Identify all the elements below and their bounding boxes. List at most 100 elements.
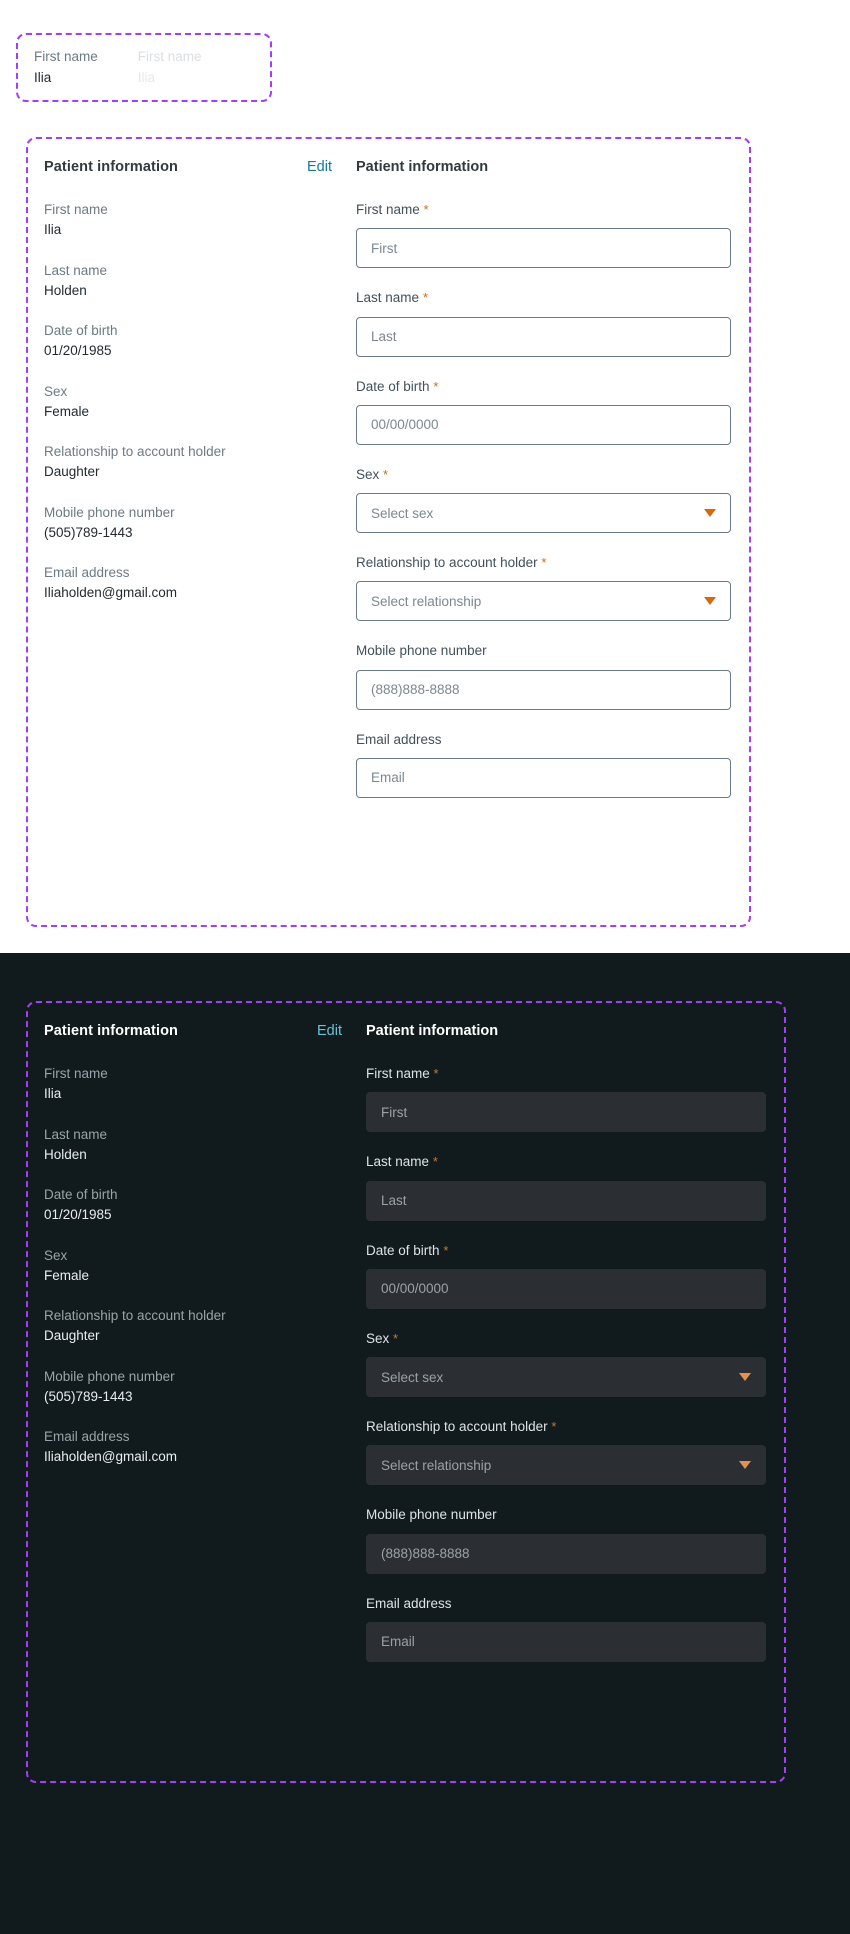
summary-field-label: Relationship to account holder <box>44 1308 226 1323</box>
form-field-list-light: First name * First Last name * Last Date of … <box>356 200 731 798</box>
form-field-label-text: Email address <box>356 731 442 747</box>
input-last-name[interactable]: Last <box>356 316 731 357</box>
required-asterisk: * <box>433 378 439 394</box>
input-placeholder: First <box>371 240 398 256</box>
summary-field-label: First name <box>44 202 108 217</box>
summary-field-list-dark: First name Ilia Last name Holden Date of bir… <box>44 1064 366 1468</box>
summary-field-label: Mobile phone number <box>44 504 175 520</box>
form-field-label: First name * <box>356 200 731 220</box>
required-asterisk: * <box>432 1154 438 1170</box>
form-field-last-name: Last name * Last <box>366 1152 766 1221</box>
summary-field-value: Holden <box>44 282 87 298</box>
form-field-label-text: Mobile phone number <box>366 1507 497 1523</box>
input-mobile-phone-number[interactable]: (888)888-8888 <box>356 669 731 710</box>
edit-link[interactable]: Edit <box>307 159 356 175</box>
form-field-email-address: Email address Email <box>356 730 731 798</box>
input-last-name[interactable]: Last <box>366 1180 766 1221</box>
summary-field-first-name: First name Ilia <box>44 200 356 241</box>
summary-field-sex: Sex Female <box>44 1246 366 1287</box>
snippet-value: Ilia <box>34 70 52 85</box>
required-asterisk: * <box>423 202 429 217</box>
summary-field-value: Female <box>44 1267 90 1283</box>
summary-field-date-of-birth: Date of birth 01/20/1985 <box>44 1185 366 1226</box>
select-sex[interactable]: Select sex <box>366 1357 766 1397</box>
input-first-name[interactable]: First <box>366 1092 766 1133</box>
summary-field-email-address: Email address Iliaholden@gmail.com <box>44 563 356 604</box>
summary-field-label: First name <box>44 1066 108 1081</box>
form-field-relationship-to-account-holder: Relationship to account holder * Select r… <box>356 553 731 622</box>
form-field-date-of-birth: Date of birth * 00/00/0000 <box>366 1241 766 1309</box>
summary-field-last-name: Last name Holden <box>44 1125 366 1166</box>
patient-information-card-dark: Patient information Edit First name Ilia L… <box>26 1001 786 1682</box>
summary-field-label: Date of birth <box>44 323 118 338</box>
form-field-mobile-phone-number: Mobile phone number (888)888-8888 <box>356 641 731 710</box>
form-field-label-text: Sex <box>356 466 380 482</box>
summary-field-value: 01/20/1985 <box>44 1207 112 1223</box>
snippet-ghost-column: First name Ilia <box>138 48 202 87</box>
form-field-label: Email address <box>366 1594 766 1614</box>
input-first-name[interactable]: First <box>356 228 731 269</box>
input-mobile-phone-number[interactable]: (888)888-8888 <box>366 1533 766 1574</box>
page-root: First name Ilia First name Ilia Patient … <box>0 0 850 1934</box>
input-placeholder: 00/00/0000 <box>371 417 439 433</box>
summary-field-value: Iliaholden@gmail.com <box>44 1449 178 1465</box>
patient-summary-column-light: Patient information Edit First name Ilia L… <box>26 137 356 624</box>
form-field-date-of-birth: Date of birth * 00/00/0000 <box>356 377 731 445</box>
form-field-label-text: Email address <box>366 1595 452 1611</box>
select-sex[interactable]: Select sex <box>356 493 731 533</box>
input-placeholder: Email <box>381 1634 415 1650</box>
required-asterisk: * <box>433 1066 439 1081</box>
input-placeholder: 00/00/0000 <box>381 1281 449 1297</box>
form-field-sex: Sex * Select sex <box>366 1329 766 1397</box>
chevron-down-icon <box>704 597 716 606</box>
form-field-label: Relationship to account holder * <box>366 1417 766 1437</box>
summary-field-label: Sex <box>44 1247 68 1263</box>
summary-title: Patient information <box>44 159 179 175</box>
form-field-label: Sex * <box>366 1329 766 1349</box>
summary-field-value: (505)789-1443 <box>44 1388 133 1404</box>
field-preview-snippet: First name Ilia First name Ilia <box>16 33 272 102</box>
input-email-address[interactable]: Email <box>356 757 731 798</box>
input-email-address[interactable]: Email <box>366 1621 766 1662</box>
input-date-of-birth[interactable]: 00/00/0000 <box>366 1268 766 1309</box>
snippet-active-column: First name Ilia <box>34 48 98 87</box>
required-asterisk: * <box>393 1330 399 1346</box>
input-placeholder: (888)888-8888 <box>371 682 460 697</box>
summary-header-light: Patient information Edit <box>44 159 356 175</box>
form-field-label-text: Relationship to account holder <box>366 1419 548 1434</box>
form-field-label-text: Last name <box>356 290 420 306</box>
summary-field-value: Daughter <box>44 1328 100 1344</box>
form-field-list-dark: First name * First Last name * Last Date of … <box>366 1064 766 1662</box>
select-relationship-to-account-holder[interactable]: Select relationship <box>356 581 731 622</box>
patient-form-column-light: Patient information First name * First Las… <box>356 137 751 818</box>
required-asterisk: * <box>551 1419 557 1434</box>
select-placeholder: Select sex <box>381 1369 444 1385</box>
form-title: Patient information <box>366 1023 499 1039</box>
form-field-label: Mobile phone number <box>366 1505 766 1525</box>
summary-field-first-name: First name Ilia <box>44 1064 366 1105</box>
summary-field-label: Last name <box>44 1126 108 1142</box>
summary-field-label: Sex <box>44 383 68 399</box>
summary-field-value: 01/20/1985 <box>44 343 112 359</box>
snippet-ghost-value: Ilia <box>137 70 156 85</box>
patient-summary-column-dark: Patient information Edit First name Ilia L… <box>26 1001 366 1488</box>
summary-field-label: Last name <box>44 262 108 278</box>
input-placeholder: (888)888-8888 <box>381 1546 470 1561</box>
form-field-label: Sex * <box>356 465 731 485</box>
form-field-email-address: Email address Email <box>366 1594 766 1662</box>
required-asterisk: * <box>383 466 389 482</box>
summary-field-list-light: First name Ilia Last name Holden Date of bir… <box>44 200 356 604</box>
select-placeholder: Select sex <box>371 505 434 521</box>
form-field-label: Date of birth * <box>366 1241 766 1261</box>
select-relationship-to-account-holder[interactable]: Select relationship <box>366 1445 766 1486</box>
input-date-of-birth[interactable]: 00/00/0000 <box>356 404 731 445</box>
form-field-label: Last name * <box>356 288 731 308</box>
form-field-first-name: First name * First <box>366 1064 766 1133</box>
summary-field-mobile-phone-number: Mobile phone number (505)789-1443 <box>44 503 356 544</box>
edit-link[interactable]: Edit <box>317 1023 366 1039</box>
summary-field-label: Email address <box>44 565 130 580</box>
select-placeholder: Select relationship <box>371 593 482 609</box>
summary-field-email-address: Email address Iliaholden@gmail.com <box>44 1427 366 1468</box>
form-field-label-text: Sex <box>366 1330 390 1346</box>
summary-field-value: Ilia <box>44 222 62 238</box>
